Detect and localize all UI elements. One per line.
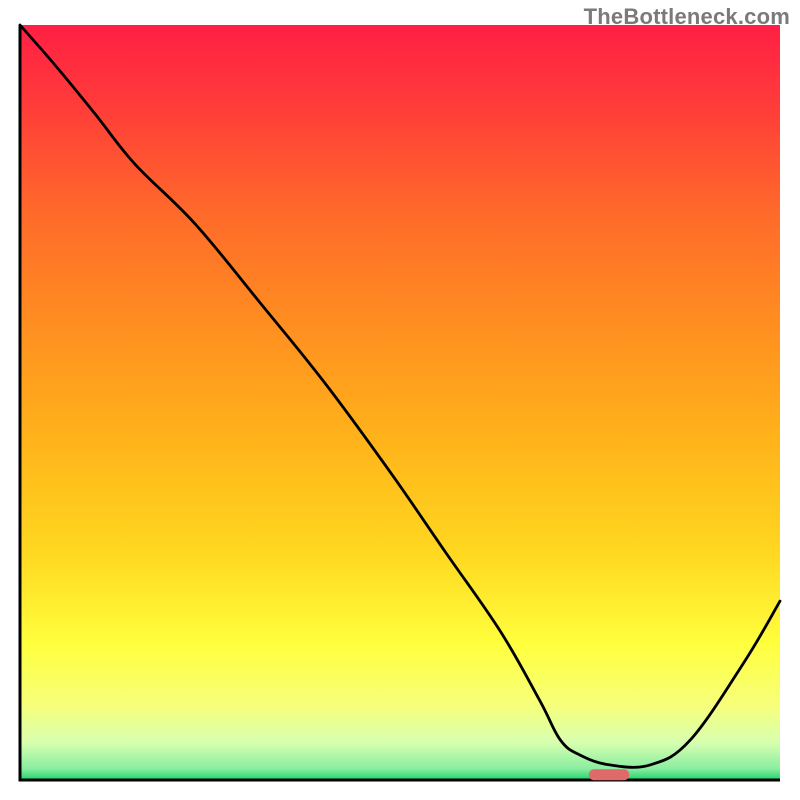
chart-container: TheBottleneck.com <box>0 0 800 800</box>
optimal-marker <box>589 769 629 780</box>
chart-background <box>20 25 780 780</box>
chart-svg <box>0 0 800 800</box>
watermark-text: TheBottleneck.com <box>584 4 790 30</box>
